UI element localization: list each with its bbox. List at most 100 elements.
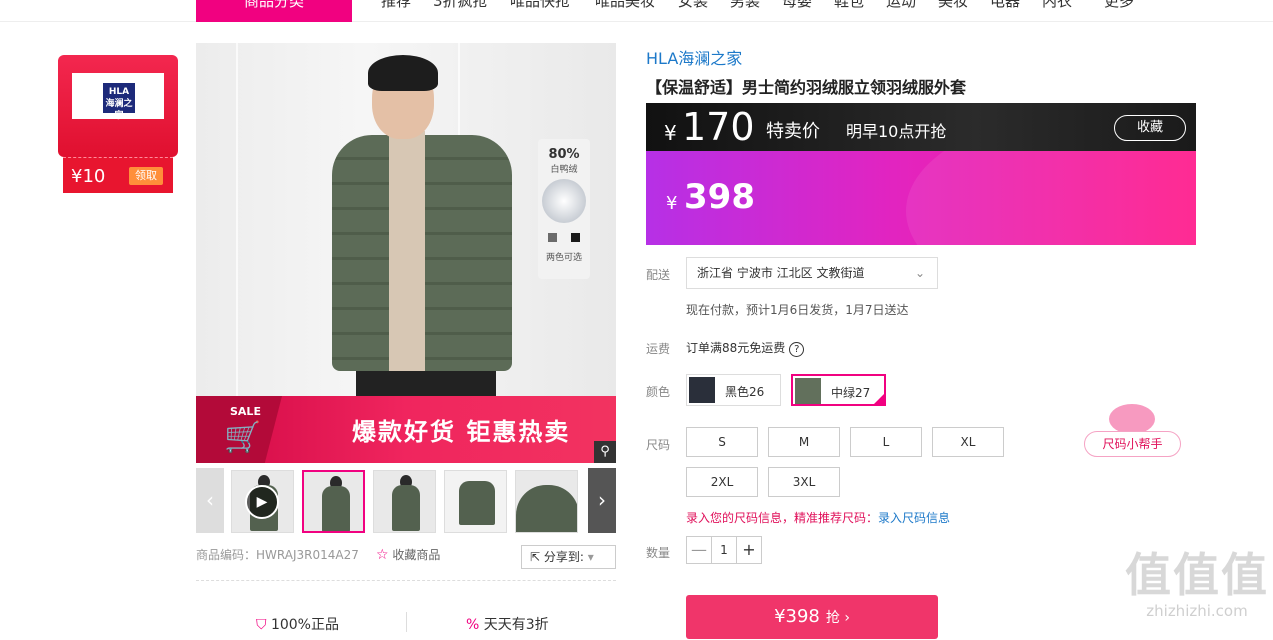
sale-start-time: 明早10点开抢 (846, 122, 947, 141)
nav-item-sports[interactable]: 运动 (886, 0, 916, 11)
favorite-label: 收藏商品 (392, 548, 441, 562)
nav-item-flash[interactable]: 3折疯抢 (433, 0, 488, 11)
play-icon[interactable]: ▶ (245, 485, 279, 519)
currency-symbol: ¥ (664, 121, 677, 145)
product-title: 【保温舒适】男士简约羽绒服立领羽绒服外套 (646, 78, 967, 97)
size-option-3xl[interactable]: 3XL (768, 467, 840, 497)
thumbnail-next-button[interactable]: › (588, 468, 616, 533)
current-price: 398 (684, 177, 755, 217)
brand-logo: HLA 海澜之家 (72, 73, 164, 121)
color-swatch-thumbnail (795, 378, 821, 404)
nav-item-makeup[interactable]: 美妆 (938, 0, 968, 11)
top-nav: 商品分类 推荐 3折疯抢 唯品快抢 唯品美妆 女装 男装 母婴 鞋包 运动 美妆… (0, 0, 1273, 22)
thumbnail-video[interactable]: ▶ (231, 470, 294, 533)
size-option-s[interactable]: S (686, 427, 758, 457)
size-helper-mascot-icon (1109, 404, 1155, 434)
help-icon[interactable]: ? (789, 342, 805, 357)
quantity-stepper: — 1 + (686, 536, 762, 564)
thumbnail-selected[interactable] (302, 470, 365, 533)
delivery-label: 配送 (646, 268, 671, 282)
guarantee-discount: % 天天有3折 (466, 614, 549, 634)
size-label: 尺码 (646, 438, 671, 452)
address-select[interactable]: 浙江省 宁波市 江北区 文教街道 ⌄ (686, 257, 938, 289)
shipping-label: 运费 (646, 342, 671, 356)
brand-link[interactable]: HLA海澜之家 (646, 45, 742, 69)
share-label: 分享到: (543, 550, 584, 564)
chevron-down-icon: ▾ (587, 550, 594, 564)
nav-item-appliances[interactable]: 电器 (990, 0, 1020, 11)
size-option-2xl[interactable]: 2XL (686, 467, 758, 497)
watermark-url: zhizhizhi.com (1146, 602, 1248, 620)
thumbnail-figure (516, 485, 577, 532)
size-option-xl[interactable]: XL (932, 427, 1004, 457)
size-option-m[interactable]: M (768, 427, 840, 457)
feature-badge: 80% 白鸭绒 两色可选 (538, 139, 590, 279)
quantity-increase-button[interactable]: + (737, 537, 761, 563)
nav-item-men[interactable]: 男装 (730, 0, 760, 11)
down-type: 白鸭绒 (550, 165, 578, 175)
sale-price: 170 (682, 105, 755, 149)
share-button[interactable]: ⇱ 分享到: ▾ (521, 545, 616, 569)
model-sweater (389, 131, 425, 371)
guarantee-genuine: ⛉ 100%正品 (256, 614, 339, 634)
background-line (236, 43, 238, 403)
favorite-link[interactable]: ☆ 收藏商品 (376, 546, 440, 563)
black-swatch-icon (570, 233, 580, 242)
thumbnail-flat[interactable] (444, 470, 507, 533)
shipping-info: 订单满88元免运费? (686, 339, 805, 357)
thumbnail-back[interactable] (373, 470, 436, 533)
color-swatch-thumbnail (689, 377, 715, 403)
currency-symbol: ¥ (666, 193, 678, 214)
promo-text: 爆款好货 钜惠热卖 (352, 418, 571, 446)
coupon-footer: ¥10 领取 (63, 157, 173, 193)
divider (406, 612, 407, 632)
nav-item-more[interactable]: 更多 (1104, 0, 1134, 11)
quantity-input[interactable]: 1 (711, 537, 737, 563)
coupon-claim-button[interactable]: 领取 (129, 167, 163, 185)
nav-item-underwear[interactable]: 内衣 (1042, 0, 1072, 11)
size-entry-link[interactable]: 录入尺码信息 (878, 511, 950, 525)
collect-button[interactable]: 收藏 (1114, 115, 1186, 141)
chevron-down-icon: ⌄ (914, 266, 925, 280)
watermark-logo: 值值值 (1125, 548, 1269, 602)
down-feather-icon (542, 179, 586, 223)
nav-item-shoes-bags[interactable]: 鞋包 (834, 0, 864, 11)
nav-item-beauty[interactable]: 唯品美妆 (595, 0, 655, 11)
model-hair (368, 55, 438, 91)
color-option-green[interactable]: 中绿27 ✓ (791, 374, 886, 406)
site-watermark: 值值值 zhizhizhi.com (1122, 548, 1272, 632)
color-label: 颜色 (646, 385, 671, 399)
thumbnail-prev-button[interactable]: ‹ (196, 468, 224, 533)
coupon-header: HLA 海澜之家 (58, 55, 178, 157)
buy-button[interactable]: ¥398 抢 › (686, 595, 938, 639)
coupon-amount: ¥10 (71, 166, 106, 187)
quantity-decrease-button[interactable]: — (687, 537, 711, 563)
nav-item-baby[interactable]: 母婴 (782, 0, 812, 11)
thumbnail-detail[interactable] (515, 470, 578, 533)
nav-item-quick[interactable]: 唯品快抢 (510, 0, 570, 11)
size-tip-text: 录入您的尺码信息，精准推荐尺码： (686, 511, 879, 525)
category-menu-button[interactable]: 商品分类 (196, 0, 352, 22)
sale-price-label: 特卖价 (766, 121, 820, 142)
color-option-black[interactable]: 黑色26 (686, 374, 781, 406)
nav-item-recommend[interactable]: 推荐 (381, 0, 411, 11)
nav-item-women[interactable]: 女装 (678, 0, 708, 11)
address-value: 浙江省 宁波市 江北区 文教街道 (697, 266, 865, 280)
product-main-image[interactable]: 80% 白鸭绒 两色可选 SALE 🛒 爆款好货 钜惠热卖 ⚲ (196, 43, 616, 463)
discount-icon: % (466, 617, 480, 633)
buy-price: ¥398 (774, 606, 820, 627)
guarantee-discount-label: 天天有3折 (483, 617, 549, 633)
thumbnail-figure (392, 485, 420, 531)
color-option-label: 黑色26 (725, 385, 765, 399)
share-icon: ⇱ (530, 550, 541, 564)
brand-logo-mark: HLA 海澜之家 (103, 83, 135, 121)
gray-swatch-icon (548, 233, 558, 242)
guarantee-genuine-label: 100%正品 (270, 617, 339, 633)
original-price-bar: ¥ 398 (646, 151, 1196, 245)
zoom-search-icon[interactable]: ⚲ (594, 441, 616, 463)
store-coupon[interactable]: HLA 海澜之家 ¥10 领取 (58, 55, 178, 193)
size-helper-button[interactable]: 尺码小帮手 (1084, 431, 1181, 457)
thumbnail-figure (459, 481, 495, 525)
size-option-l[interactable]: L (850, 427, 922, 457)
delivery-eta: 现在付款，预计1月6日发货，1月7日送达 (686, 303, 909, 317)
